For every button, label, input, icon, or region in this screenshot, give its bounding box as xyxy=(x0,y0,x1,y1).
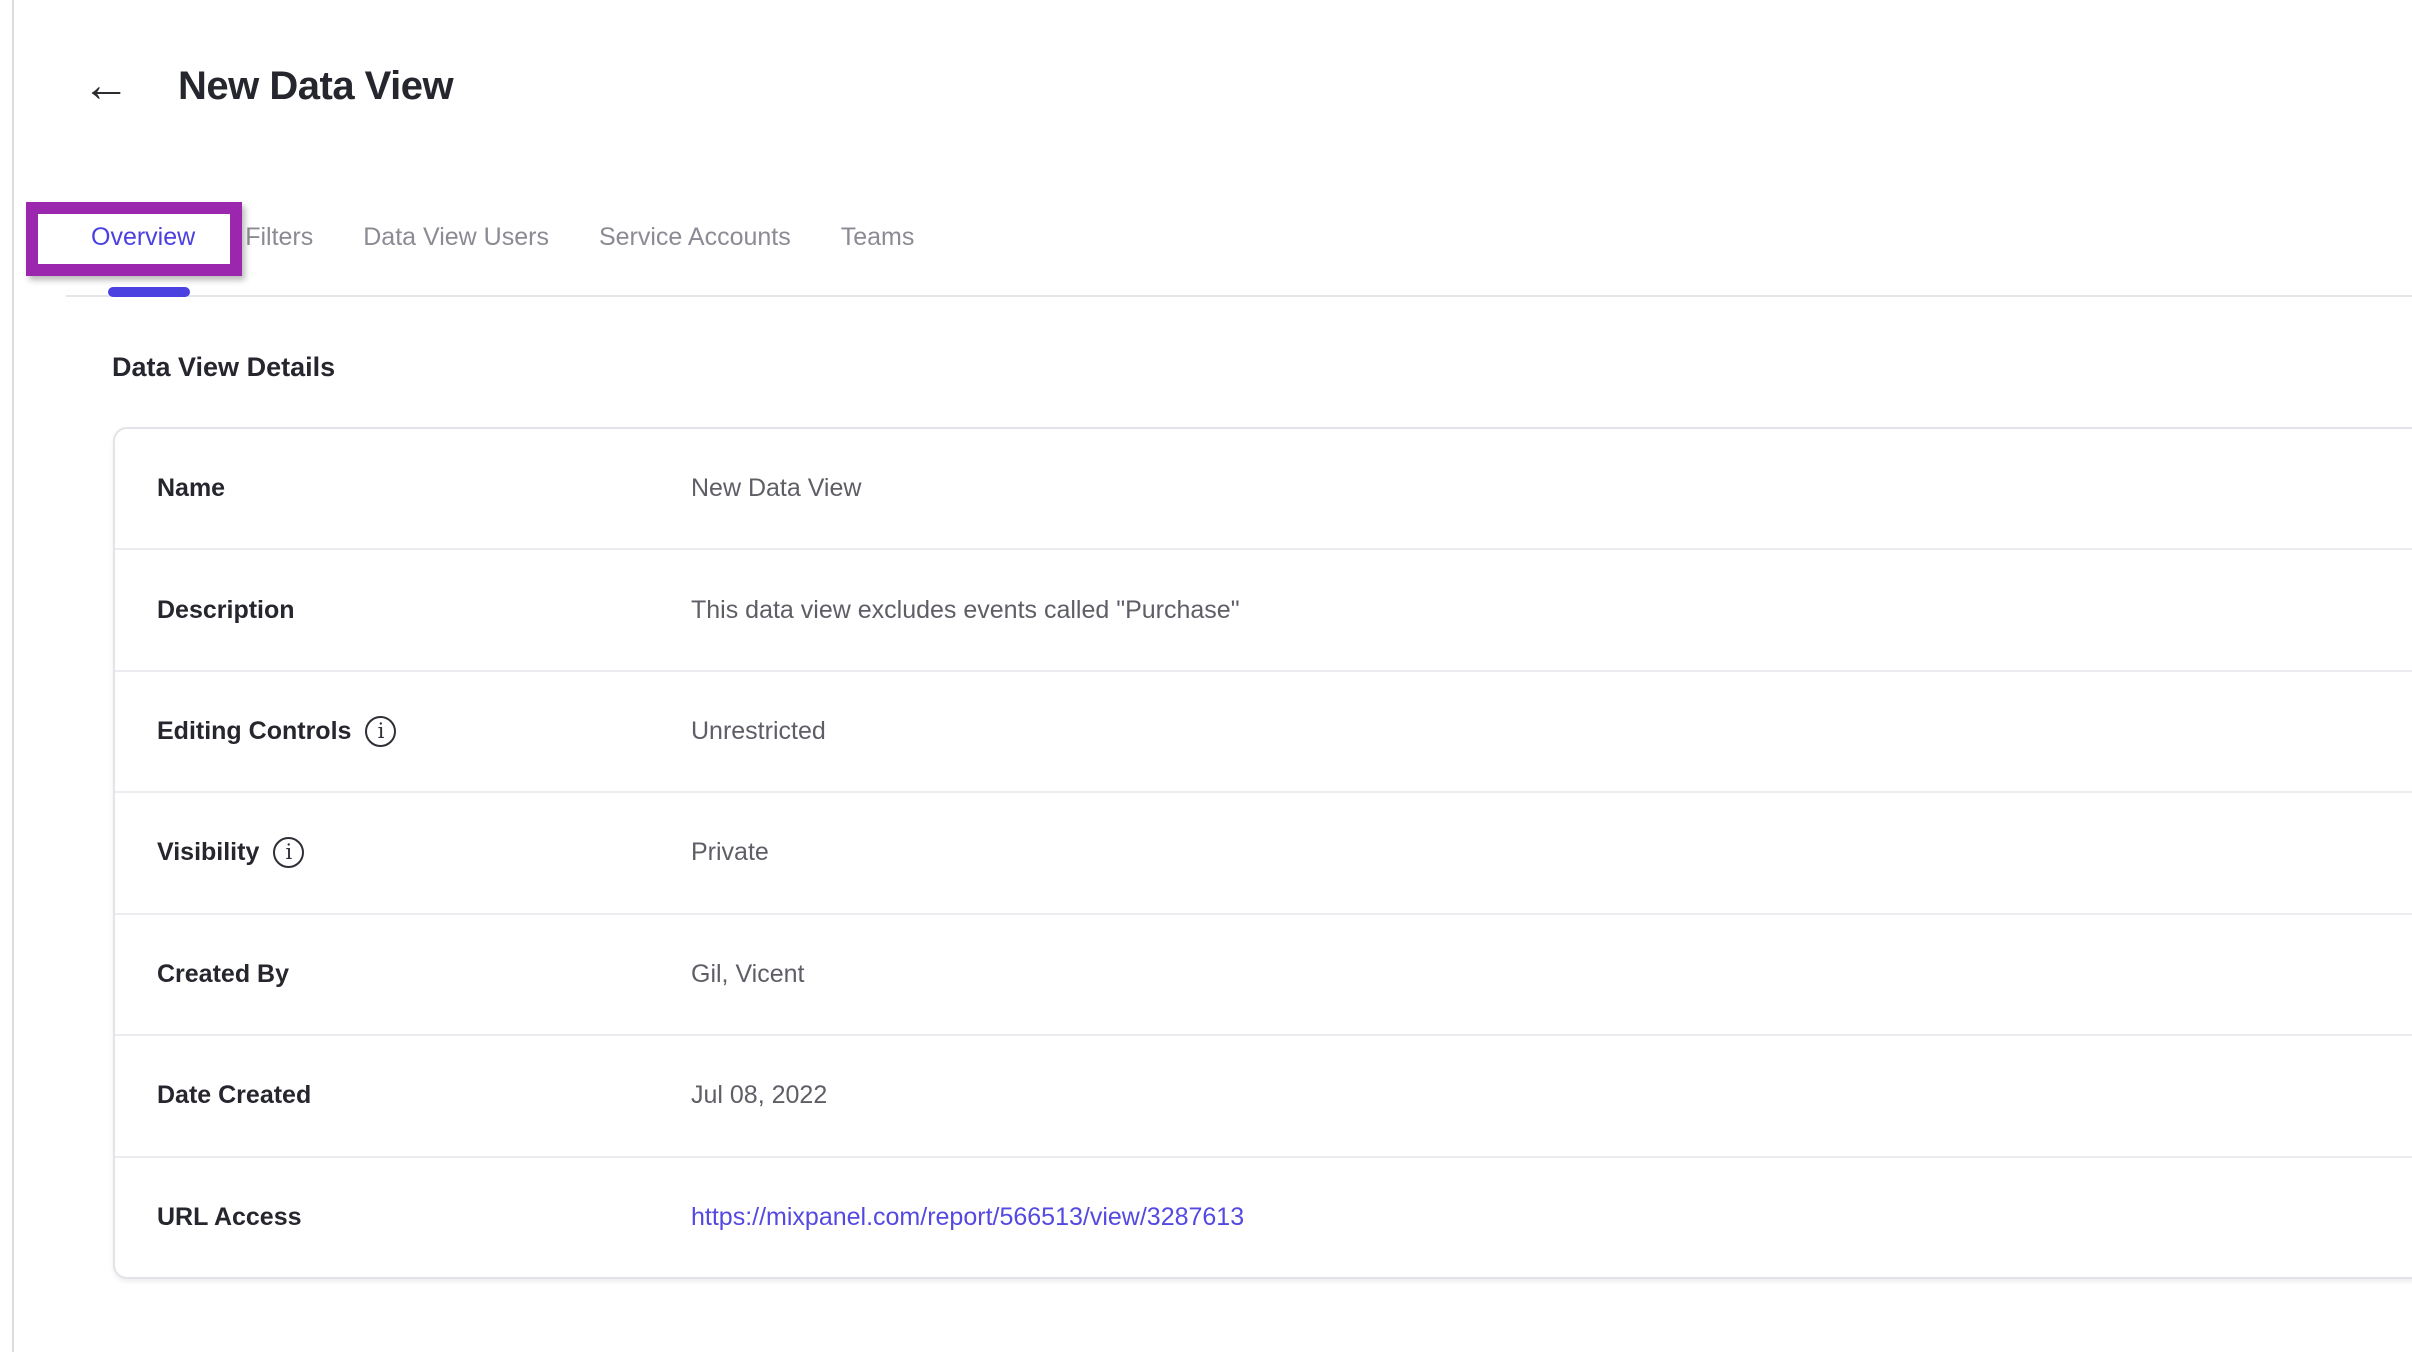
row-label: URL Access xyxy=(157,1203,302,1232)
url-access-link[interactable]: https://mixpanel.com/report/566513/view/… xyxy=(691,1203,1244,1232)
row-value: Jul 08, 2022 xyxy=(691,1081,827,1110)
table-row-editing-controls: Editing Controls i Unrestricted xyxy=(115,672,2412,793)
panel-edge-divider xyxy=(12,0,14,1352)
table-row-description: Description This data view excludes even… xyxy=(115,550,2412,671)
tab-bar-divider xyxy=(66,295,2412,297)
page-title: New Data View xyxy=(178,64,453,109)
table-row-created-by: Created By Gil, Vicent xyxy=(115,915,2412,1036)
row-value: Gil, Vicent xyxy=(691,960,804,989)
table-row-date-created: Date Created Jul 08, 2022 xyxy=(115,1036,2412,1157)
tab-service-accounts[interactable]: Service Accounts xyxy=(574,218,816,256)
tab-overview[interactable]: Overview xyxy=(66,218,220,256)
row-value: Private xyxy=(691,838,769,867)
row-label: Name xyxy=(157,474,225,503)
tab-teams[interactable]: Teams xyxy=(816,218,940,256)
table-row-name: Name New Data View xyxy=(115,429,2412,550)
info-icon[interactable]: i xyxy=(365,716,396,747)
back-arrow-icon[interactable]: ← xyxy=(82,62,130,110)
table-row-url-access: URL Access https://mixpanel.com/report/5… xyxy=(115,1158,2412,1277)
tab-data-view-users[interactable]: Data View Users xyxy=(338,218,574,256)
row-label: Visibility xyxy=(157,838,259,867)
data-view-details-card: Name New Data View Description This data… xyxy=(113,427,2412,1279)
row-label: Description xyxy=(157,596,295,625)
row-value: Unrestricted xyxy=(691,717,826,746)
table-row-visibility: Visibility i Private xyxy=(115,793,2412,914)
active-tab-indicator xyxy=(108,287,190,297)
tab-bar: Overview Filters Data View Users Service… xyxy=(66,218,939,256)
row-label: Created By xyxy=(157,960,289,989)
tab-filters[interactable]: Filters xyxy=(220,218,338,256)
row-value: New Data View xyxy=(691,474,861,503)
row-label: Date Created xyxy=(157,1081,311,1110)
section-title: Data View Details xyxy=(112,352,335,383)
row-label: Editing Controls xyxy=(157,717,351,746)
row-value: This data view excludes events called "P… xyxy=(691,596,1240,625)
info-icon[interactable]: i xyxy=(273,837,304,868)
